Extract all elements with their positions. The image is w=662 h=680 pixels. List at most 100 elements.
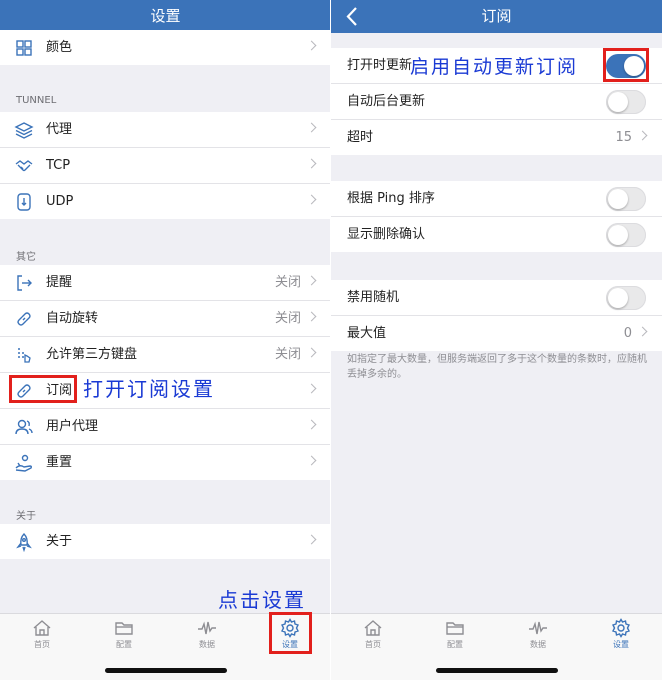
group-about: 关于 <box>0 524 331 559</box>
tab-data[interactable]: 数据 <box>182 618 232 650</box>
chevron-right-icon <box>306 347 317 358</box>
chevron-right-icon <box>306 122 317 133</box>
layers-icon <box>14 122 34 139</box>
exit-icon <box>17 275 32 291</box>
chevron-right-icon <box>306 383 317 394</box>
nav-bar: 设置 <box>0 0 331 33</box>
row-value: 15 <box>615 130 632 145</box>
nav-bar: 订阅 <box>331 0 662 33</box>
home-icon <box>364 620 382 636</box>
row-label: 关于 <box>46 534 73 549</box>
row-reset[interactable]: 重置 <box>0 445 331 480</box>
chevron-right-icon <box>306 455 317 466</box>
folder-icon <box>446 622 464 635</box>
section-header-tunnel: TUNNEL <box>16 95 57 106</box>
row-label: 禁用随机 <box>347 290 400 305</box>
tab-label: 设置 <box>613 640 629 649</box>
row-proxy[interactable]: 代理 <box>0 112 331 148</box>
toggle-knob <box>608 225 628 245</box>
back-chevron-icon[interactable] <box>341 0 365 33</box>
group-tunnel: 代理 TCP UDP <box>0 112 331 219</box>
pulse-icon <box>529 621 547 635</box>
annotation-open-subscription: 打开订阅设置 <box>83 377 215 401</box>
row-label: 自动后台更新 <box>347 94 426 109</box>
tab-label: 配置 <box>116 640 132 649</box>
row-label: 重置 <box>46 455 73 470</box>
tab-settings[interactable]: 设置 <box>596 618 646 650</box>
home-icon <box>33 620 51 636</box>
row-user-agent[interactable]: 用户代理 <box>0 409 331 445</box>
users-icon <box>15 419 33 435</box>
reset-icon <box>15 454 33 472</box>
chevron-right-icon <box>306 194 317 205</box>
chevron-right-icon <box>306 158 317 169</box>
tab-label: 配置 <box>447 640 463 649</box>
row-value: 关闭 <box>274 311 301 326</box>
rocket-icon <box>16 533 32 552</box>
row-value: 关闭 <box>274 275 301 290</box>
link-icon <box>17 312 31 326</box>
highlight-box-settings-tab <box>269 612 312 654</box>
toggle-knob <box>608 288 628 308</box>
row-label: 允许第三方键盘 <box>46 347 138 362</box>
chevron-right-icon <box>637 130 648 141</box>
row-udp[interactable]: UDP <box>0 184 331 219</box>
row-max-value[interactable]: 最大值 0 <box>331 316 662 351</box>
subscription-screen: 订阅 打开时更新 自动后台更新 超时 15 根据 Ping 排序 显示删除确认 … <box>331 0 662 680</box>
tab-data[interactable]: 数据 <box>513 618 563 650</box>
row-auto-rotate[interactable]: 自动旋转 关闭 <box>0 301 331 337</box>
section-header-other: 其它 <box>16 252 36 263</box>
tab-label: 首页 <box>34 640 50 649</box>
annotation-click-settings: 点击设置 <box>218 588 306 612</box>
row-label: 最大值 <box>347 326 387 341</box>
row-value: 0 <box>623 326 632 341</box>
row-color[interactable]: 颜色 <box>0 30 331 65</box>
toggle-knob <box>608 92 628 112</box>
tab-config[interactable]: 配置 <box>430 618 480 650</box>
row-label: TCP <box>46 158 71 173</box>
tab-config[interactable]: 配置 <box>99 618 149 650</box>
nav-title: 设置 <box>150 7 181 25</box>
chevron-right-icon <box>637 326 648 337</box>
row-show-delete-confirm: 显示删除确认 <box>331 217 662 252</box>
highlight-box-subscription <box>9 375 77 403</box>
tab-home[interactable]: 首页 <box>17 618 67 650</box>
row-label: 显示删除确认 <box>347 227 426 242</box>
row-label: 用户代理 <box>46 419 99 434</box>
toggle-auto-background-update[interactable] <box>606 90 646 114</box>
row-reminder[interactable]: 提醒 关闭 <box>0 265 331 301</box>
toggle-knob <box>608 189 628 209</box>
toggle-disable-random[interactable] <box>606 286 646 310</box>
row-value: 关闭 <box>274 347 301 362</box>
group-sort: 根据 Ping 排序 显示删除确认 <box>331 181 662 252</box>
home-indicator <box>105 668 227 673</box>
annotation-enable-auto-update: 启用自动更新订阅 <box>410 56 579 78</box>
row-label: 代理 <box>46 122 73 137</box>
row-third-party-keyboard[interactable]: 允许第三方键盘 关闭 <box>0 337 331 373</box>
row-timeout[interactable]: 超时 15 <box>331 120 662 155</box>
row-auto-background-update: 自动后台更新 <box>331 84 662 120</box>
settings-screen: 设置 颜色 TUNNEL 代理 TCP UDP 其它 提醒 关闭 自动旋转 关闭… <box>0 0 331 680</box>
grid-icon <box>16 40 32 56</box>
gear-icon <box>612 618 630 638</box>
row-about[interactable]: 关于 <box>0 524 331 559</box>
udp-icon <box>17 193 31 211</box>
row-label: UDP <box>46 194 74 209</box>
chevron-right-icon <box>306 534 317 545</box>
tab-label: 数据 <box>530 640 546 649</box>
tab-label: 首页 <box>365 640 381 649</box>
group-random: 禁用随机 最大值 0 <box>331 280 662 351</box>
highlight-box-toggle <box>603 48 649 82</box>
toggle-sort-by-ping[interactable] <box>606 187 646 211</box>
row-label: 提醒 <box>46 275 73 290</box>
tab-label: 数据 <box>199 640 215 649</box>
pulse-icon <box>198 621 216 635</box>
row-label: 根据 Ping 排序 <box>347 191 435 206</box>
toggle-show-delete-confirm[interactable] <box>606 223 646 247</box>
row-tcp[interactable]: TCP <box>0 148 331 184</box>
chevron-right-icon <box>306 40 317 51</box>
tab-home[interactable]: 首页 <box>348 618 398 650</box>
chevron-right-icon <box>306 275 317 286</box>
footnote: 如指定了最大数量，但服务端返回了多于这个数量的条数时，应随机丢掉多余的。 <box>347 354 647 380</box>
group-color: 颜色 <box>0 30 331 65</box>
